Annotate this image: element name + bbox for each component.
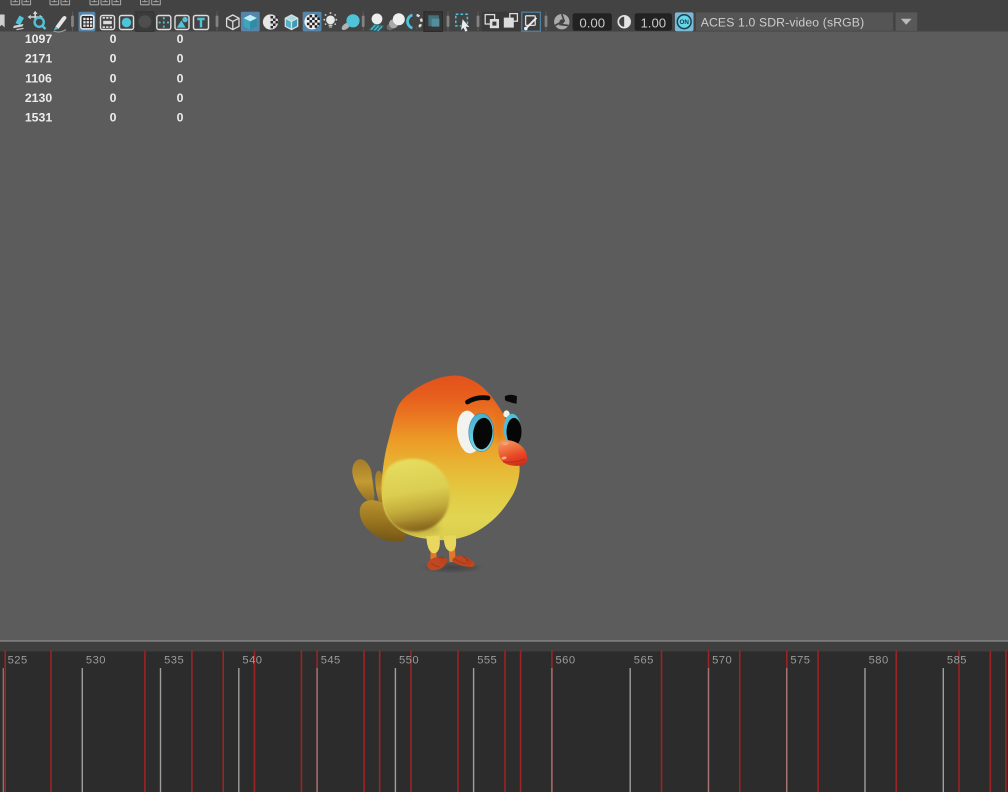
svg-text:0: 0 (177, 71, 184, 85)
svg-text:ON: ON (679, 19, 689, 26)
svg-text:ACES 1.0 SDR-video (sRGB): ACES 1.0 SDR-video (sRGB) (701, 15, 865, 29)
svg-text:565: 565 (634, 654, 654, 666)
svg-text:0: 0 (110, 91, 117, 105)
svg-text:545: 545 (321, 654, 341, 666)
svg-text:0: 0 (110, 52, 117, 66)
svg-text:575: 575 (790, 654, 810, 666)
svg-text:540: 540 (242, 654, 262, 666)
svg-text:0: 0 (110, 111, 117, 125)
svg-text:1097: 1097 (25, 32, 53, 46)
svg-text:1531: 1531 (25, 111, 53, 125)
svg-text:560: 560 (556, 654, 576, 666)
svg-text:585: 585 (947, 654, 967, 666)
svg-text:2130: 2130 (25, 91, 53, 105)
svg-text:2171: 2171 (25, 52, 53, 66)
svg-text:0: 0 (177, 52, 184, 66)
svg-text:555: 555 (477, 654, 497, 666)
svg-text:525: 525 (8, 654, 28, 666)
svg-text:0: 0 (110, 71, 117, 85)
svg-text:1106: 1106 (25, 71, 52, 85)
svg-text:530: 530 (86, 654, 106, 666)
svg-text:550: 550 (399, 654, 419, 666)
svg-text:535: 535 (164, 654, 184, 666)
svg-text:0: 0 (177, 91, 184, 105)
svg-text:0: 0 (177, 32, 184, 46)
svg-text:570: 570 (712, 654, 732, 666)
svg-text:0.00: 0.00 (579, 16, 605, 31)
svg-text:580: 580 (869, 654, 889, 666)
svg-text:1.00: 1.00 (640, 16, 666, 31)
svg-text:0: 0 (177, 111, 184, 125)
svg-text:0: 0 (110, 32, 117, 46)
